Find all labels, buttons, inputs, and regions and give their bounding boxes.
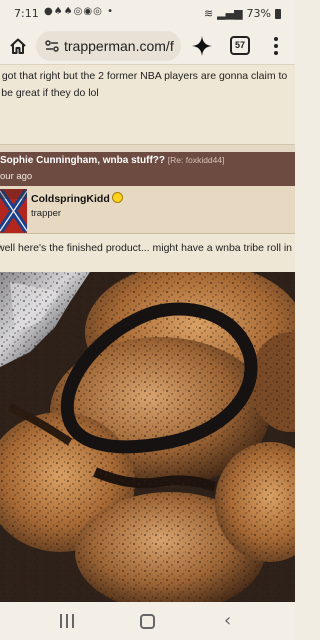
confederate-flag-avatar-image — [0, 189, 27, 233]
system-indicators: ≋ ▂▄▆ 73% — [204, 7, 281, 20]
post-divider — [0, 144, 295, 152]
username: ColdspringKidd — [31, 193, 110, 205]
status-dot: • — [107, 6, 114, 17]
previous-post: I got that right but the 2 former NBA pl… — [0, 64, 295, 144]
post-body: well here's the finished product... migh… — [0, 234, 295, 272]
recent-apps-button[interactable] — [60, 614, 74, 628]
instagram-icon: ◎ — [93, 6, 103, 17]
post-image[interactable] — [0, 272, 295, 602]
home-nav-button[interactable] — [140, 614, 155, 629]
chat-bubble-icon: ● — [44, 6, 54, 17]
messenger-icon: ◉ — [83, 6, 94, 17]
home-icon — [10, 38, 26, 54]
ai-sparkle-icon[interactable] — [190, 34, 214, 58]
chevron-left-icon: ‹ — [224, 610, 232, 631]
signal-icon: ▂▄▆ — [217, 7, 243, 20]
url-text: trapperman.com/f — [64, 38, 174, 54]
tab-switcher-button[interactable]: 57 — [230, 36, 250, 55]
post-text: well here's the finished product... migh… — [0, 242, 292, 254]
previous-post-line: l be great if they do lol — [0, 87, 99, 99]
browser-toolbar: trapperman.com/f 57 — [0, 28, 295, 64]
username-link[interactable]: ColdspringKidd — [31, 192, 123, 205]
status-bar: 7:11 ●♠♠◎◉◎ • ≋ ▂▄▆ 73% — [0, 0, 295, 28]
battery-icon — [275, 8, 281, 19]
previous-post-line: I got that right but the 2 former NBA pl… — [0, 70, 288, 82]
address-bar[interactable]: trapperman.com/f — [36, 31, 181, 61]
overflow-menu-button[interactable] — [268, 34, 284, 58]
instagram-icon: ◎ — [73, 6, 84, 17]
notification-icons: ●♠♠◎◉◎ • — [44, 6, 114, 17]
wifi-icon: ≋ — [203, 7, 214, 20]
battery-percent: 73% — [246, 7, 271, 20]
back-button[interactable]: ‹ — [224, 612, 231, 630]
thread-title-link[interactable]: Sophie Cunningham, wnba stuff?? [Re: fox… — [0, 155, 224, 166]
smiley-icon — [111, 192, 123, 203]
post-author-bar: ColdspringKidd trapper — [0, 186, 295, 234]
user-rank: trapper — [31, 208, 62, 219]
home-button[interactable] — [6, 34, 30, 58]
system-nav-bar: ‹ — [0, 602, 295, 640]
post-timestamp: our ago — [0, 171, 33, 182]
roasted-meat-photo — [0, 272, 295, 602]
snapchat-icon: ♠ — [63, 6, 74, 17]
post-header: Sophie Cunningham, wnba stuff?? [Re: fox… — [0, 152, 295, 186]
reply-to-link[interactable]: [Re: foxkidd44] — [168, 155, 225, 165]
thread-title: Sophie Cunningham, wnba stuff?? — [0, 155, 165, 166]
snapchat-icon: ♠ — [53, 6, 64, 17]
clock: 7:11 — [14, 7, 39, 20]
avatar[interactable] — [0, 189, 27, 233]
site-settings-icon[interactable] — [44, 38, 60, 54]
